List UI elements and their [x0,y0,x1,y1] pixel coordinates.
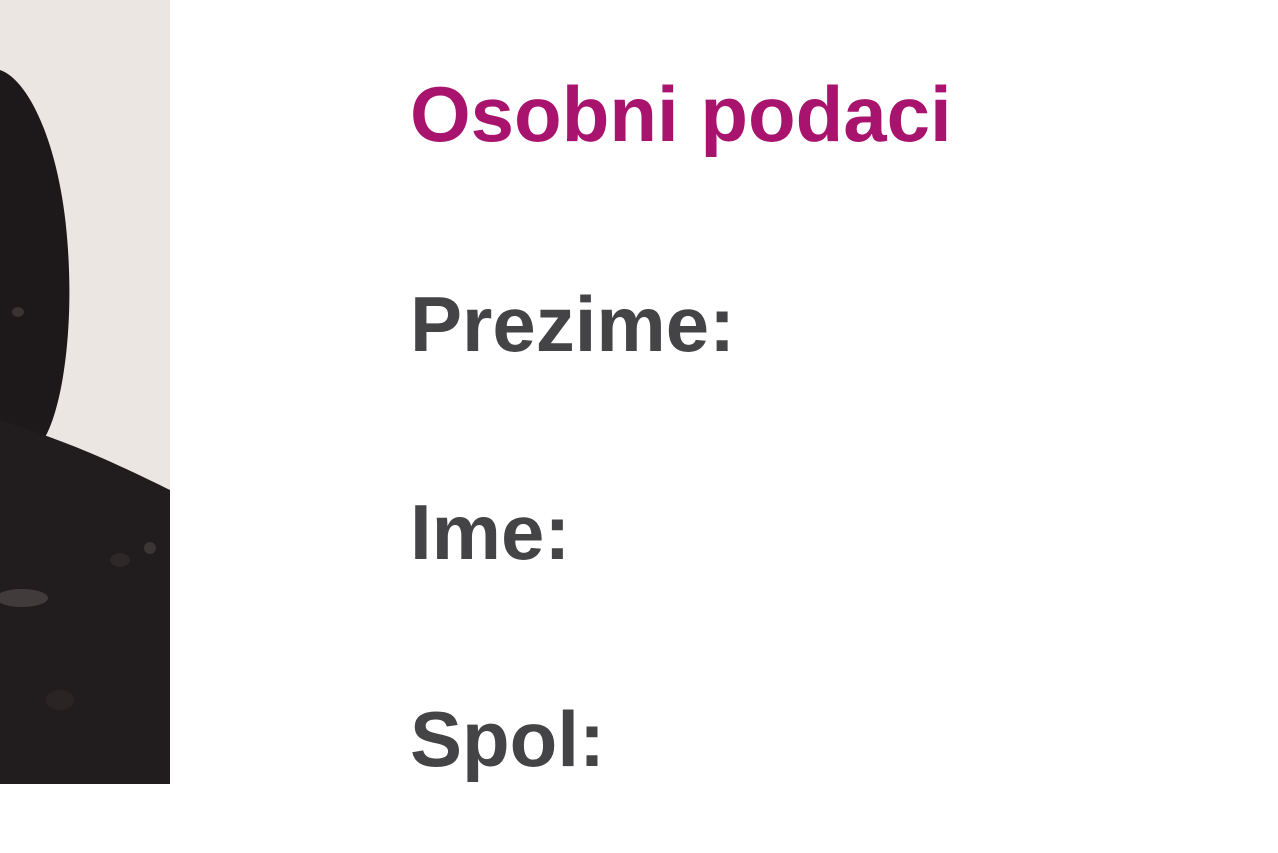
first-name-label: Ime: [410,488,571,576]
section-title: Osobni podaci [410,70,952,158]
personal-data-page: Osobni podaci Prezime: Ime: Spol: [0,0,1278,853]
surname-label: Prezime: [410,280,736,368]
gender-label: Spol: [410,695,605,783]
portrait-photo [0,0,170,784]
